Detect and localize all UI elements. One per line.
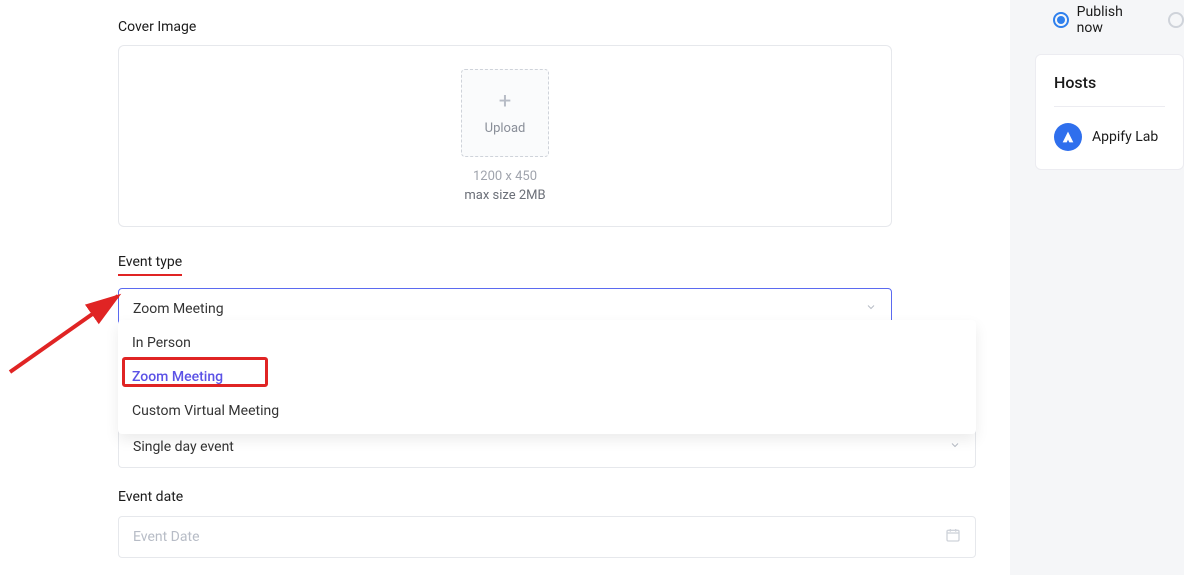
event-date-input[interactable]: Event Date: [118, 516, 976, 558]
cover-dimensions-text: 1200 x 450: [473, 169, 537, 184]
hosts-title: Hosts: [1054, 73, 1165, 92]
side-panel: Publish now Hosts Appify Lab: [1035, 0, 1184, 575]
publish-now-label: Publish now: [1077, 4, 1151, 36]
hosts-divider: [1054, 106, 1165, 107]
cover-image-dropzone[interactable]: + Upload 1200 x 450 max size 2MB: [118, 45, 892, 227]
host-avatar: [1054, 123, 1082, 151]
chevron-down-icon: [865, 301, 877, 317]
hosts-card: Hosts Appify Lab: [1035, 54, 1184, 170]
upload-label: Upload: [485, 121, 526, 136]
dropdown-item-zoom-meeting[interactable]: Zoom Meeting: [118, 360, 976, 394]
event-type-label: Event type: [118, 254, 182, 276]
cover-maxsize-text: max size 2MB: [464, 188, 545, 203]
event-date-placeholder: Event Date: [133, 529, 200, 545]
calendar-icon: [945, 527, 961, 547]
event-type-dropdown: In Person Zoom Meeting Custom Virtual Me…: [118, 320, 976, 434]
publish-options-row: Publish now: [1035, 0, 1184, 54]
publish-now-radio[interactable]: [1053, 12, 1069, 28]
dropdown-item-custom-virtual[interactable]: Custom Virtual Meeting: [118, 394, 976, 428]
cover-image-section: Cover Image + Upload 1200 x 450 max size…: [118, 16, 892, 227]
plus-icon: +: [499, 91, 511, 113]
publish-later-radio[interactable]: [1168, 12, 1184, 28]
cover-image-label: Cover Image: [118, 19, 196, 35]
event-date-label-wrap: Event date: [118, 486, 183, 505]
dropdown-item-in-person[interactable]: In Person: [118, 326, 976, 360]
host-name: Appify Lab: [1092, 129, 1158, 145]
upload-button[interactable]: + Upload: [461, 69, 549, 157]
event-duration-value: Single day event: [133, 439, 234, 455]
event-type-selected-value: Zoom Meeting: [133, 301, 224, 317]
event-type-section: Event type Zoom Meeting: [118, 251, 892, 330]
event-date-label: Event date: [118, 489, 183, 505]
host-item[interactable]: Appify Lab: [1054, 123, 1165, 151]
chevron-down-icon: [949, 439, 961, 455]
